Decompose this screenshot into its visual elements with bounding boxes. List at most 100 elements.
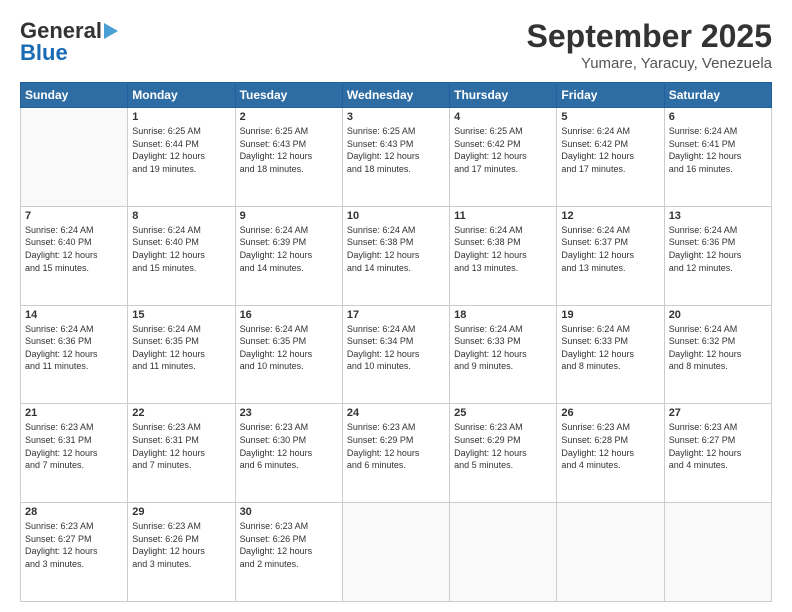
day-number: 17 [347, 309, 445, 321]
header: General Blue September 2025 Yumare, Yara… [20, 18, 772, 72]
day-number: 16 [240, 309, 338, 321]
day-info: Sunrise: 6:24 AM Sunset: 6:36 PM Dayligh… [25, 323, 123, 373]
day-cell: 14 Sunrise: 6:24 AM Sunset: 6:36 PM Dayli… [21, 305, 128, 404]
day-number: 7 [25, 210, 123, 222]
day-number: 14 [25, 309, 123, 321]
day-cell: 17 Sunrise: 6:24 AM Sunset: 6:34 PM Dayli… [342, 305, 449, 404]
day-info: Sunrise: 6:24 AM Sunset: 6:35 PM Dayligh… [132, 323, 230, 373]
week-row-5: 28Sunrise: 6:23 AM Sunset: 6:27 PM Dayli… [21, 503, 772, 602]
day-cell: 19Sunrise: 6:24 AM Sunset: 6:33 PM Dayli… [557, 305, 664, 404]
day-info: Sunrise: 6:23 AM Sunset: 6:31 PM Dayligh… [25, 421, 123, 471]
day-number: 3 [347, 111, 445, 123]
day-info: Sunrise: 6:23 AM Sunset: 6:27 PM Dayligh… [669, 421, 767, 471]
logo-text-blue: Blue [20, 40, 68, 66]
day-number: 22 [132, 407, 230, 419]
day-info: Sunrise: 6:24 AM Sunset: 6:32 PM Dayligh… [669, 323, 767, 373]
col-saturday: Saturday [664, 83, 771, 108]
day-number: 9 [240, 210, 338, 222]
day-cell [342, 503, 449, 602]
day-info: Sunrise: 6:24 AM Sunset: 6:35 PM Dayligh… [240, 323, 338, 373]
day-cell: 23Sunrise: 6:23 AM Sunset: 6:30 PM Dayli… [235, 404, 342, 503]
day-info: Sunrise: 6:23 AM Sunset: 6:28 PM Dayligh… [561, 421, 659, 471]
day-info: Sunrise: 6:23 AM Sunset: 6:29 PM Dayligh… [454, 421, 552, 471]
day-info: Sunrise: 6:24 AM Sunset: 6:33 PM Dayligh… [561, 323, 659, 373]
day-cell: 1 Sunrise: 6:25 AM Sunset: 6:44 PM Daylig… [128, 108, 235, 207]
day-cell: 29 Sunrise: 6:23 AM Sunset: 6:26 PM Dayli… [128, 503, 235, 602]
day-info: Sunrise: 6:24 AM Sunset: 6:33 PM Dayligh… [454, 323, 552, 373]
day-number: 28 [25, 506, 123, 518]
week-row-4: 21 Sunrise: 6:23 AM Sunset: 6:31 PM Dayli… [21, 404, 772, 503]
page: General Blue September 2025 Yumare, Yara… [0, 0, 792, 612]
day-cell: 28Sunrise: 6:23 AM Sunset: 6:27 PM Dayli… [21, 503, 128, 602]
day-number: 8 [132, 210, 230, 222]
col-sunday: Sunday [21, 83, 128, 108]
day-cell: 3 Sunrise: 6:25 AM Sunset: 6:43 PM Daylig… [342, 108, 449, 207]
day-info: Sunrise: 6:23 AM Sunset: 6:26 PM Dayligh… [132, 520, 230, 570]
day-info: Sunrise: 6:24 AM Sunset: 6:34 PM Dayligh… [347, 323, 445, 373]
header-row: Sunday Monday Tuesday Wednesday Thursday… [21, 83, 772, 108]
day-info: Sunrise: 6:23 AM Sunset: 6:26 PM Dayligh… [240, 520, 338, 570]
day-cell: 11 Sunrise: 6:24 AM Sunset: 6:38 PM Dayli… [450, 206, 557, 305]
day-number: 1 [132, 111, 230, 123]
day-number: 13 [669, 210, 767, 222]
day-cell: 7 Sunrise: 6:24 AM Sunset: 6:40 PM Daylig… [21, 206, 128, 305]
day-number: 29 [132, 506, 230, 518]
day-cell [664, 503, 771, 602]
day-cell: 22 Sunrise: 6:23 AM Sunset: 6:31 PM Dayli… [128, 404, 235, 503]
day-info: Sunrise: 6:25 AM Sunset: 6:42 PM Dayligh… [454, 125, 552, 175]
day-info: Sunrise: 6:25 AM Sunset: 6:43 PM Dayligh… [240, 125, 338, 175]
day-number: 5 [561, 111, 659, 123]
day-number: 24 [347, 407, 445, 419]
day-cell: 4 Sunrise: 6:25 AM Sunset: 6:42 PM Daylig… [450, 108, 557, 207]
day-info: Sunrise: 6:24 AM Sunset: 6:39 PM Dayligh… [240, 224, 338, 274]
day-number: 4 [454, 111, 552, 123]
calendar-table: Sunday Monday Tuesday Wednesday Thursday… [20, 82, 772, 602]
day-info: Sunrise: 6:24 AM Sunset: 6:40 PM Dayligh… [132, 224, 230, 274]
col-tuesday: Tuesday [235, 83, 342, 108]
day-info: Sunrise: 6:25 AM Sunset: 6:43 PM Dayligh… [347, 125, 445, 175]
day-cell: 10Sunrise: 6:24 AM Sunset: 6:38 PM Dayli… [342, 206, 449, 305]
day-cell: 25 Sunrise: 6:23 AM Sunset: 6:29 PM Dayli… [450, 404, 557, 503]
day-cell: 30 Sunrise: 6:23 AM Sunset: 6:26 PM Dayli… [235, 503, 342, 602]
day-info: Sunrise: 6:23 AM Sunset: 6:30 PM Dayligh… [240, 421, 338, 471]
day-number: 2 [240, 111, 338, 123]
day-info: Sunrise: 6:24 AM Sunset: 6:36 PM Dayligh… [669, 224, 767, 274]
day-cell: 5 Sunrise: 6:24 AM Sunset: 6:42 PM Daylig… [557, 108, 664, 207]
day-cell: 16 Sunrise: 6:24 AM Sunset: 6:35 PM Dayli… [235, 305, 342, 404]
day-cell: 21 Sunrise: 6:23 AM Sunset: 6:31 PM Dayli… [21, 404, 128, 503]
day-cell: 12Sunrise: 6:24 AM Sunset: 6:37 PM Dayli… [557, 206, 664, 305]
day-number: 10 [347, 210, 445, 222]
day-cell: 18 Sunrise: 6:24 AM Sunset: 6:33 PM Dayli… [450, 305, 557, 404]
day-cell [450, 503, 557, 602]
day-number: 30 [240, 506, 338, 518]
day-number: 26 [561, 407, 659, 419]
logo: General Blue [20, 18, 118, 66]
day-number: 18 [454, 309, 552, 321]
day-info: Sunrise: 6:25 AM Sunset: 6:44 PM Dayligh… [132, 125, 230, 175]
logo-arrow-icon [104, 23, 118, 39]
day-number: 12 [561, 210, 659, 222]
week-row-1: 1 Sunrise: 6:25 AM Sunset: 6:44 PM Daylig… [21, 108, 772, 207]
day-cell [21, 108, 128, 207]
day-cell: 13 Sunrise: 6:24 AM Sunset: 6:36 PM Dayli… [664, 206, 771, 305]
day-cell: 8 Sunrise: 6:24 AM Sunset: 6:40 PM Daylig… [128, 206, 235, 305]
day-number: 21 [25, 407, 123, 419]
calendar-title: September 2025 [527, 18, 772, 55]
day-number: 25 [454, 407, 552, 419]
day-info: Sunrise: 6:24 AM Sunset: 6:42 PM Dayligh… [561, 125, 659, 175]
day-info: Sunrise: 6:24 AM Sunset: 6:40 PM Dayligh… [25, 224, 123, 274]
day-cell: 20Sunrise: 6:24 AM Sunset: 6:32 PM Dayli… [664, 305, 771, 404]
day-info: Sunrise: 6:24 AM Sunset: 6:38 PM Dayligh… [454, 224, 552, 274]
day-number: 27 [669, 407, 767, 419]
day-cell: 26 Sunrise: 6:23 AM Sunset: 6:28 PM Dayli… [557, 404, 664, 503]
week-row-3: 14 Sunrise: 6:24 AM Sunset: 6:36 PM Dayli… [21, 305, 772, 404]
day-number: 11 [454, 210, 552, 222]
day-cell [557, 503, 664, 602]
day-cell: 2 Sunrise: 6:25 AM Sunset: 6:43 PM Daylig… [235, 108, 342, 207]
calendar-subtitle: Yumare, Yaracuy, Venezuela [527, 55, 772, 72]
col-wednesday: Wednesday [342, 83, 449, 108]
title-block: September 2025 Yumare, Yaracuy, Venezuel… [527, 18, 772, 72]
week-row-2: 7 Sunrise: 6:24 AM Sunset: 6:40 PM Daylig… [21, 206, 772, 305]
day-cell: 15Sunrise: 6:24 AM Sunset: 6:35 PM Dayli… [128, 305, 235, 404]
day-info: Sunrise: 6:23 AM Sunset: 6:31 PM Dayligh… [132, 421, 230, 471]
